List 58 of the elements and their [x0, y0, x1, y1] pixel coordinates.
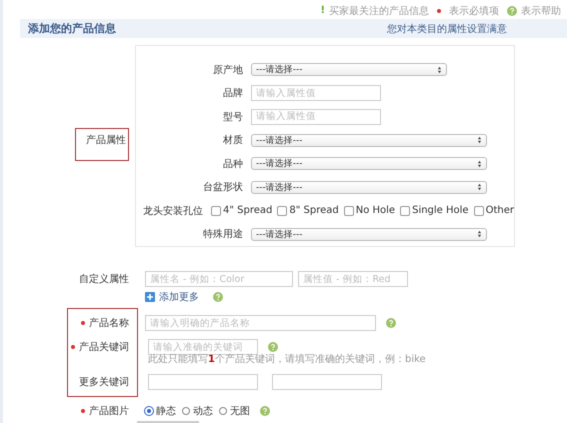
- required-dot-icon: [81, 409, 85, 413]
- input-field[interactable]: 属性值 - 例如：Red: [298, 271, 408, 287]
- updown-arrows-icon: [477, 183, 482, 192]
- checkbox-option[interactable]: 8" Spread: [277, 205, 339, 216]
- checkbox-option[interactable]: Single Hole: [400, 205, 469, 216]
- input-field[interactable]: 请输入明确的产品名称: [145, 315, 376, 331]
- radio-option[interactable]: 动态: [182, 404, 213, 418]
- help-icon: [260, 406, 270, 416]
- field-label: 产品名称: [89, 316, 129, 330]
- field-label: 产品属性: [86, 134, 126, 147]
- help-icon: [507, 6, 517, 16]
- field-label: 特殊用途: [202, 228, 244, 242]
- help-icon: [268, 342, 278, 352]
- radio-option[interactable]: 静态: [145, 404, 176, 418]
- field-label: 原产地: [212, 64, 244, 77]
- updown-arrows-icon: [437, 66, 442, 74]
- exclamation-mark: !: [320, 5, 325, 16]
- input-field[interactable]: 请输入属性值: [251, 108, 381, 125]
- updown-arrows-icon: [477, 136, 482, 144]
- field-label: 台盆形状: [202, 180, 244, 194]
- field-label: 产品图片: [89, 404, 129, 418]
- input-field[interactable]: 请输入属性值: [251, 85, 381, 102]
- checkbox-option[interactable]: 4" Spread: [211, 205, 272, 216]
- checkbox-option[interactable]: Other: [474, 205, 514, 216]
- field-label: 品牌: [222, 87, 244, 100]
- plus-icon[interactable]: [145, 292, 155, 302]
- checkbox-option[interactable]: No Hole: [344, 205, 396, 216]
- select-dropdown[interactable]: ---请选择---: [251, 228, 487, 241]
- legend-text: 表示帮助: [521, 4, 561, 18]
- field-label: 品种: [222, 158, 244, 171]
- select-dropdown[interactable]: ---请选择---: [251, 180, 487, 194]
- input-field[interactable]: 属性名 - 例如：Color: [145, 271, 293, 287]
- input-field[interactable]: [272, 374, 382, 390]
- required-dot-icon: [437, 8, 441, 12]
- legend-text: 表示必填项: [449, 4, 499, 18]
- input-field[interactable]: [148, 374, 258, 390]
- field-label: 更多关键词: [79, 376, 129, 389]
- radio-option[interactable]: 无图: [219, 404, 250, 418]
- updown-arrows-icon: [477, 230, 482, 238]
- input-field[interactable]: 请输入准确的关键词: [148, 339, 258, 355]
- select-dropdown[interactable]: ---请选择---: [251, 157, 487, 170]
- required-dot-icon: [81, 321, 85, 325]
- feedback-link[interactable]: 您对本类目的属性设置满意: [387, 22, 507, 36]
- hint-text: 此处只能填写1个产品关键词，请填写准确的关键词，例：bike: [148, 352, 426, 366]
- field-label: 产品关键词: [79, 340, 129, 354]
- help-icon: [213, 292, 223, 302]
- section-title: 添加您的产品信息: [28, 21, 116, 36]
- select-dropdown[interactable]: ---请选择---: [251, 134, 487, 147]
- required-dot-icon: [71, 345, 75, 349]
- field-label: 材质: [222, 134, 244, 148]
- add-more-link[interactable]: 添加更多: [159, 290, 199, 304]
- field-label: 龙头安装孔位: [142, 204, 204, 218]
- help-icon: [386, 318, 396, 328]
- updown-arrows-icon: [477, 160, 482, 168]
- field-label: 型号: [222, 110, 244, 124]
- legend-text: 买家最关注的产品信息: [329, 4, 429, 18]
- select-dropdown[interactable]: ---请选择---: [251, 63, 447, 76]
- field-label: 自定义属性: [79, 272, 129, 286]
